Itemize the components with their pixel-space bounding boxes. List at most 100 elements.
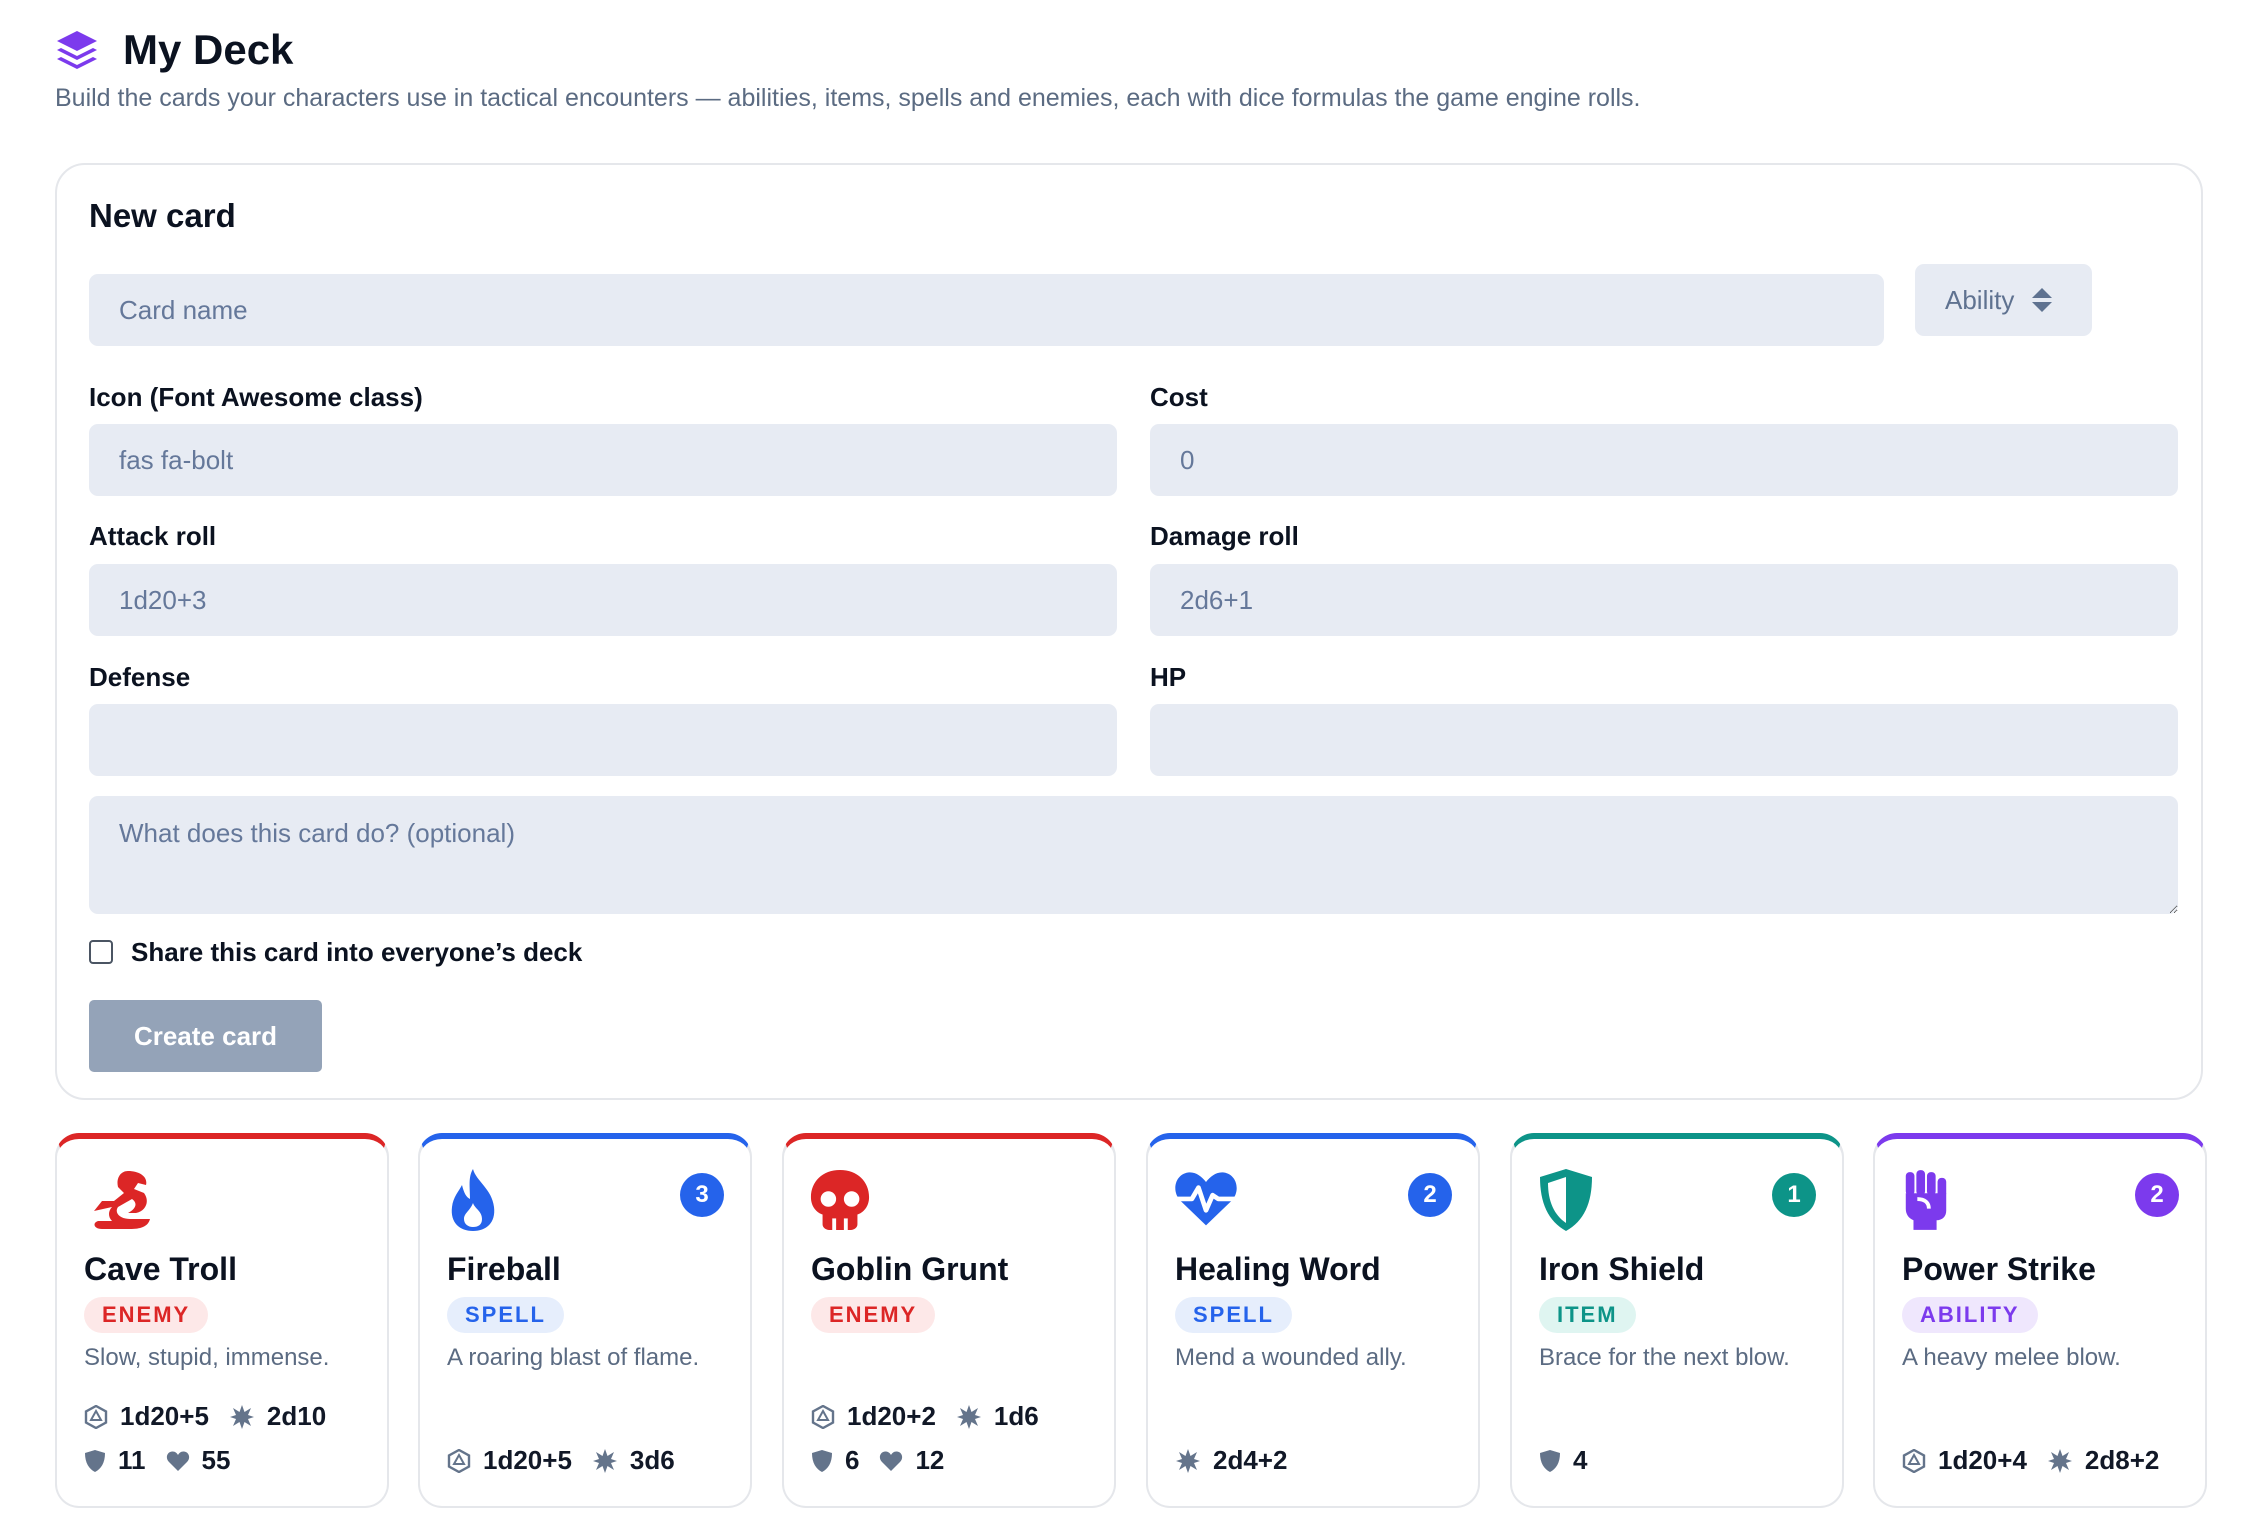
burst-icon bbox=[592, 1448, 630, 1474]
attack-roll-input[interactable] bbox=[89, 564, 1117, 636]
fire-icon bbox=[445, 1167, 511, 1233]
damage-stat: 2d10 bbox=[229, 1401, 326, 1432]
card-name: Power Strike bbox=[1902, 1251, 2096, 1287]
card-stats-row: 6 12 bbox=[811, 1445, 964, 1476]
defense-stat-value: 6 bbox=[845, 1445, 860, 1475]
page-subtitle: Build the cards your characters use in t… bbox=[55, 84, 1641, 112]
card-name: Healing Word bbox=[1175, 1251, 1381, 1287]
cost-field-label: Cost bbox=[1150, 382, 1208, 412]
deck-card[interactable]: 1 Iron Shield ITEM Brace for the next blow.… bbox=[1510, 1133, 1844, 1508]
hp-field-label: HP bbox=[1150, 662, 1187, 692]
damage-stat: 1d6 bbox=[956, 1401, 1039, 1432]
heart-icon bbox=[166, 1450, 202, 1472]
new-card-title: New card bbox=[89, 197, 236, 234]
cost-badge: 2 bbox=[1408, 1173, 1452, 1217]
attack-stat: 1d20+5 bbox=[84, 1401, 209, 1432]
attack-stat-value: 1d20+4 bbox=[1938, 1445, 2027, 1475]
card-description: A roaring blast of flame. bbox=[447, 1344, 700, 1371]
attack-stat-value: 1d20+5 bbox=[120, 1401, 209, 1431]
cost-badge: 3 bbox=[680, 1173, 724, 1217]
card-type-badge: ITEM bbox=[1539, 1297, 1636, 1333]
shield-icon bbox=[1537, 1167, 1603, 1233]
attack-stat: 1d20+5 bbox=[447, 1445, 572, 1476]
card-stats-row: 1d20+2 1d6 bbox=[811, 1401, 1059, 1432]
icon-class-input[interactable] bbox=[89, 424, 1117, 496]
card-type-badge: ENEMY bbox=[84, 1297, 209, 1333]
page-header: My Deck bbox=[55, 26, 293, 74]
deck-card[interactable]: Goblin Grunt ENEMY 1d20+2 1d6 6 12 bbox=[782, 1133, 1116, 1508]
defense-stat-value: 4 bbox=[1573, 1445, 1588, 1475]
damage-stat: 2d4+2 bbox=[1175, 1445, 1287, 1476]
attack-stat-value: 1d20+2 bbox=[847, 1401, 936, 1431]
card-name: Cave Troll bbox=[84, 1251, 237, 1287]
card-type-badge: ENEMY bbox=[811, 1297, 936, 1333]
burst-icon bbox=[1175, 1448, 1213, 1474]
icon-field-label: Icon (Font Awesome class) bbox=[89, 382, 423, 412]
burst-icon bbox=[2047, 1448, 2085, 1474]
damage-stat-value: 1d6 bbox=[993, 1401, 1039, 1431]
hp-stat-value: 12 bbox=[915, 1445, 945, 1475]
shield-stat-icon bbox=[84, 1449, 118, 1473]
cost-input[interactable] bbox=[1150, 424, 2178, 496]
hp-stat: 12 bbox=[879, 1445, 944, 1476]
dragon-icon bbox=[82, 1167, 150, 1233]
defense-stat: 11 bbox=[84, 1445, 146, 1476]
shield-stat-icon bbox=[811, 1449, 845, 1473]
dice-icon bbox=[84, 1404, 120, 1429]
defense-stat: 6 bbox=[811, 1445, 859, 1476]
card-stats-row: 2d4+2 bbox=[1175, 1445, 1307, 1476]
card-description: Brace for the next blow. bbox=[1539, 1344, 1790, 1371]
description-textarea[interactable] bbox=[89, 796, 2178, 914]
defense-field-label: Defense bbox=[89, 662, 191, 692]
skull-icon bbox=[809, 1167, 875, 1233]
share-checkbox-label[interactable]: Share this card into everyone’s deck bbox=[131, 937, 582, 968]
damage-roll-input[interactable] bbox=[1150, 564, 2178, 636]
card-stats-row: 4 bbox=[1539, 1445, 1607, 1476]
damage-field-label: Damage roll bbox=[1150, 521, 1299, 551]
sort-arrows-icon bbox=[2032, 288, 2053, 312]
card-name: Goblin Grunt bbox=[811, 1251, 1009, 1287]
damage-stat-value: 2d4+2 bbox=[1213, 1445, 1288, 1475]
dice-icon bbox=[811, 1404, 847, 1429]
defense-input[interactable] bbox=[89, 704, 1117, 776]
card-name: Fireball bbox=[447, 1251, 561, 1287]
damage-stat: 2d8+2 bbox=[2047, 1445, 2159, 1476]
attack-stat: 1d20+4 bbox=[1902, 1445, 2027, 1476]
card-name-input[interactable] bbox=[89, 274, 1884, 346]
card-description: A heavy melee blow. bbox=[1902, 1344, 2121, 1371]
deck-card[interactable]: 2 Power Strike ABILITY A heavy melee blow. 1… bbox=[1873, 1133, 2207, 1508]
card-stats-row: 11 55 bbox=[84, 1445, 250, 1476]
card-type-value: Ability bbox=[1945, 284, 2015, 315]
burst-icon bbox=[956, 1404, 994, 1430]
hp-stat: 55 bbox=[166, 1445, 231, 1476]
deck-card[interactable]: 2 Healing Word SPELL Mend a wounded ally. 2d… bbox=[1146, 1133, 1480, 1508]
shield-stat-icon bbox=[1539, 1449, 1573, 1473]
attack-stat: 1d20+2 bbox=[811, 1401, 936, 1432]
cost-badge: 1 bbox=[1772, 1173, 1816, 1217]
heart-icon bbox=[879, 1450, 915, 1472]
card-stats-row: 1d20+5 2d10 bbox=[84, 1401, 346, 1432]
card-type-badge: ABILITY bbox=[1902, 1297, 2038, 1333]
share-checkbox[interactable] bbox=[89, 940, 113, 964]
layers-icon bbox=[57, 31, 97, 69]
cost-badge: 2 bbox=[2135, 1173, 2179, 1217]
defense-stat-value: 11 bbox=[118, 1445, 146, 1475]
page-title: My Deck bbox=[123, 26, 294, 73]
card-stats-row: 1d20+5 3d6 bbox=[447, 1445, 695, 1476]
fist-icon bbox=[1900, 1167, 1966, 1233]
dice-icon bbox=[1902, 1448, 1938, 1473]
create-card-button[interactable]: Create card bbox=[89, 1000, 322, 1072]
card-name: Iron Shield bbox=[1539, 1251, 1705, 1287]
hp-input[interactable] bbox=[1150, 704, 2178, 776]
card-description: Slow, stupid, immense. bbox=[84, 1344, 330, 1371]
hp-stat-value: 55 bbox=[201, 1445, 231, 1475]
damage-stat: 3d6 bbox=[592, 1445, 675, 1476]
deck-card[interactable]: Cave Troll ENEMY Slow, stupid, immense. 1d2… bbox=[55, 1133, 389, 1508]
attack-stat-value: 1d20+5 bbox=[483, 1445, 572, 1475]
card-stats-row: 1d20+4 2d8+2 bbox=[1902, 1445, 2179, 1476]
damage-stat-value: 2d8+2 bbox=[2084, 1445, 2160, 1475]
heart-pulse-icon bbox=[1173, 1167, 1239, 1233]
card-type-select[interactable]: Ability bbox=[1915, 264, 2092, 336]
deck-card[interactable]: 3 Fireball SPELL A roaring blast of flame. 1… bbox=[418, 1133, 752, 1508]
damage-stat-value: 3d6 bbox=[629, 1445, 675, 1475]
